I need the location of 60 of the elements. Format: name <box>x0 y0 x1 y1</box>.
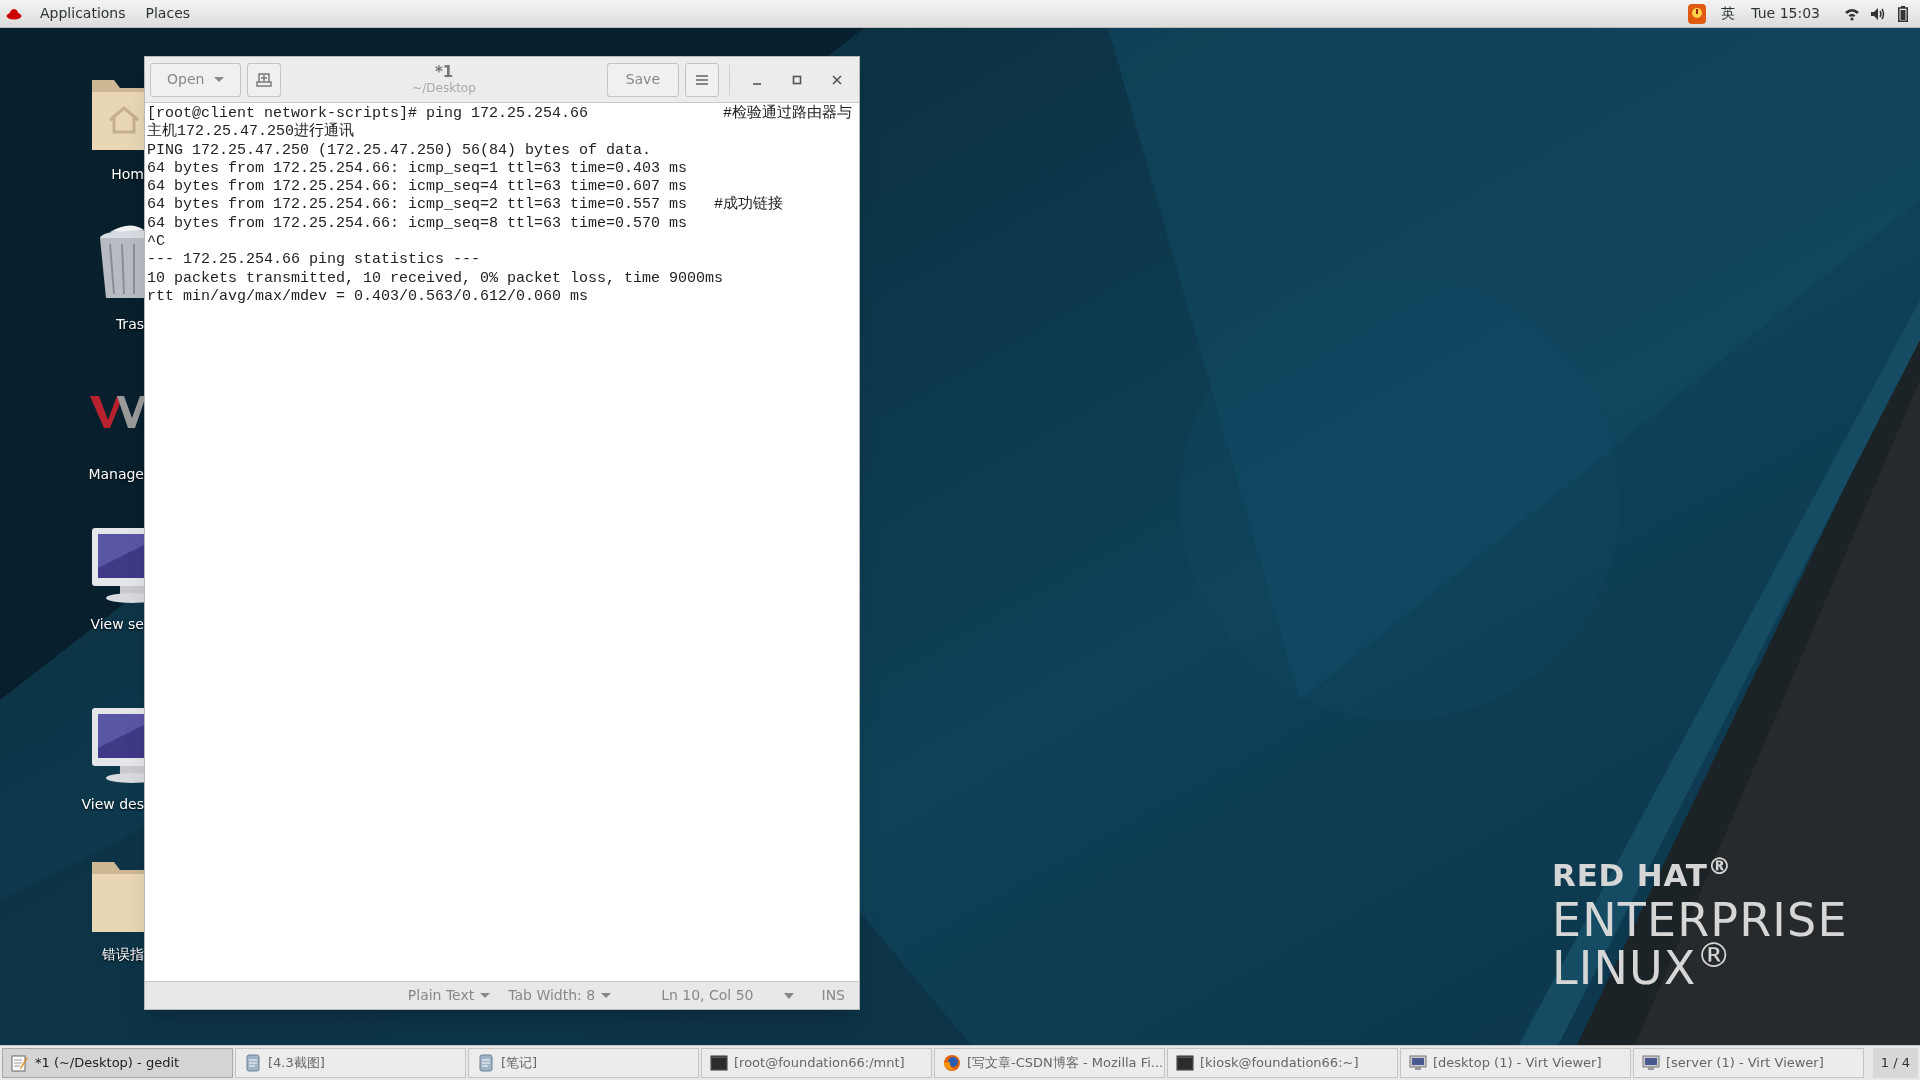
minimize-icon <box>752 82 762 85</box>
menu-button[interactable] <box>685 62 719 97</box>
battery-icon[interactable] <box>1898 5 1908 22</box>
hat-icon[interactable] <box>6 6 22 21</box>
document-icon <box>244 1054 262 1072</box>
text-editor-icon <box>11 1054 29 1072</box>
window-title: *1 <box>434 62 454 82</box>
tab-width-dropdown[interactable]: Tab Width: 8 <box>508 985 612 1006</box>
document-icon <box>477 1054 495 1072</box>
volume-icon[interactable] <box>1870 6 1886 21</box>
monitor-icon <box>1409 1054 1427 1072</box>
window-subtitle: ~/Desktop <box>412 81 476 97</box>
language-dropdown[interactable]: Plain Text <box>407 985 491 1006</box>
taskbar-button[interactable]: [4.3截图] <box>235 1048 466 1078</box>
icon-label: 错误指 <box>102 945 144 964</box>
text-line: 10 packets transmitted, 10 received, 0% packet loss, time 9000ms <box>147 269 725 288</box>
text-line: 64 bytes from 172.25.254.66: icmp_seq=8 ttl=63 time=0.570 ms <box>147 214 689 234</box>
monitor-icon <box>1642 1054 1660 1072</box>
clock[interactable]: Tue 15:03 <box>1751 3 1820 24</box>
text-line: --- 172.25.254.66 ping statistics --- <box>147 251 482 270</box>
taskbar-button[interactable]: [kiosk@foundation66:~] <box>1167 1048 1398 1078</box>
browser-icon <box>943 1054 961 1072</box>
text-line: PING 172.25.47.250 (172.25.47.250) 56(84) bytes of data. <box>147 141 653 160</box>
text-line: ^C <box>147 233 166 252</box>
text-line: 64 bytes from 172.25.254.66: icmp_seq=2 ttl=63 time=0.557 ms #成功链接 <box>147 196 785 215</box>
menu-icon <box>696 74 708 85</box>
logo-text: ENTERPRISE <box>1552 897 1848 943</box>
workspace-switcher[interactable]: 1 / 4 <box>1872 1048 1918 1078</box>
text-line: 64 bytes from 172.25.254.66: icmp_seq=1 ttl=63 time=0.403 ms <box>147 159 689 179</box>
close-icon <box>832 74 842 85</box>
taskbar-button[interactable]: [root@foundation66:/mnt] <box>701 1048 932 1078</box>
text-line: 主机172.25.47.250进行通讯 <box>147 123 356 142</box>
text-line: 64 bytes from 172.25.254.66: icmp_seq=4 ttl=63 time=0.607 ms <box>147 178 689 197</box>
terminal-icon <box>1176 1054 1194 1072</box>
terminal-icon <box>710 1054 728 1072</box>
icon-label: Tras <box>115 315 144 334</box>
menu-item[interactable]: Applications <box>30 3 136 24</box>
text-line: [root@client network-scripts]# ping 172.25.254.66 #检验通过路由器与 <box>147 105 854 122</box>
icon-label: Manage <box>88 465 144 484</box>
open-button[interactable]: Open <box>150 62 242 97</box>
new-document-button[interactable] <box>247 62 282 97</box>
icon-label: View se <box>90 615 144 634</box>
taskbar-button[interactable]: [笔记] <box>468 1048 699 1078</box>
input-method[interactable]: 英 <box>1721 3 1736 24</box>
taskbar-button[interactable]: [desktop (1) - Virt Viewer] <box>1400 1048 1631 1078</box>
caret-icon[interactable] <box>783 992 794 999</box>
wifi-icon[interactable] <box>1844 6 1860 21</box>
taskbar-button[interactable]: [写文章-CSDN博客 - Mozilla Fi... <box>934 1048 1165 1078</box>
icon-label: Hom <box>111 165 144 184</box>
menu-item[interactable]: Places <box>135 3 201 24</box>
cursor-position: Ln 10, Col 50 <box>661 986 754 1005</box>
taskbar-button[interactable]: *1 (~/Desktop) - gedit <box>2 1048 233 1078</box>
taskbar-button[interactable]: [server (1) - Virt Viewer] <box>1633 1048 1864 1078</box>
new-document-icon <box>256 71 273 88</box>
alert-icon[interactable] <box>1687 2 1708 25</box>
maximize-icon <box>792 74 802 85</box>
insert-mode: INS <box>821 986 845 1005</box>
icon-label: View des <box>81 795 144 814</box>
save-button[interactable]: Save <box>606 62 679 97</box>
text-line: rtt min/avg/max/mdev = 0.403/0.563/0.612/0.060 ms <box>147 287 590 307</box>
